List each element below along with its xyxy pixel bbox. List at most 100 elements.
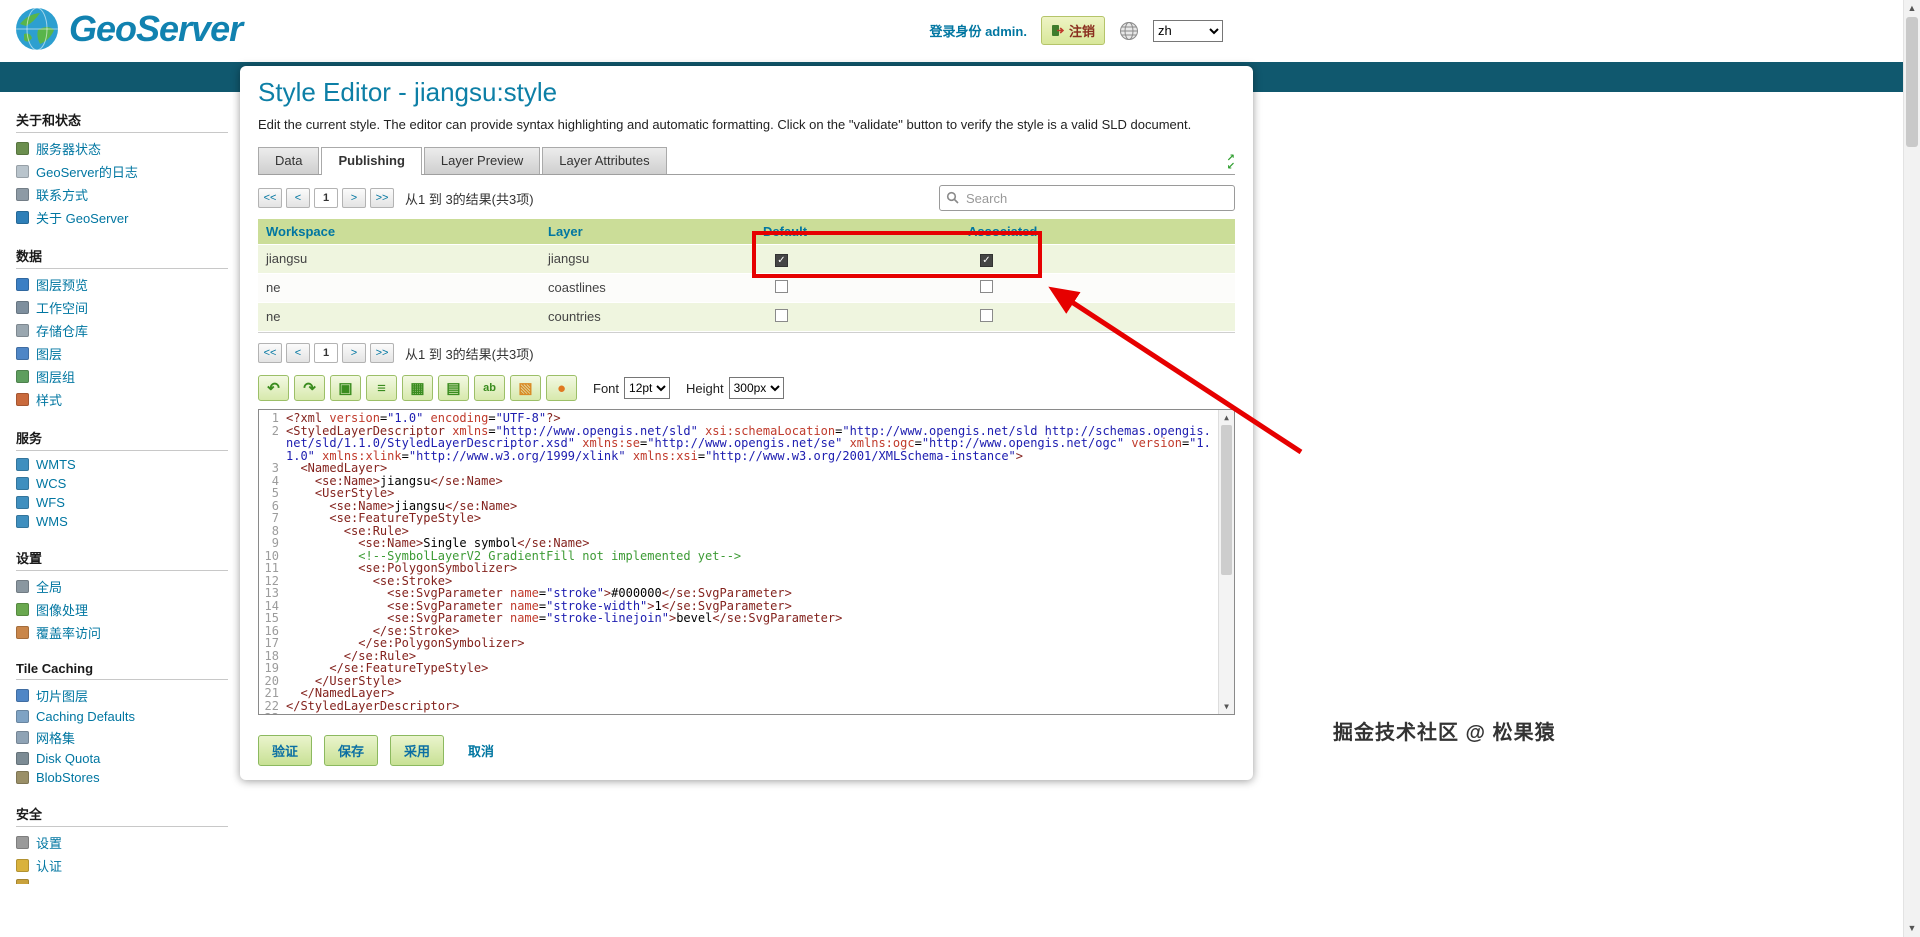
sidebar-item[interactable]: WFS xyxy=(16,493,228,512)
language-select[interactable]: zh xyxy=(1153,19,1223,42)
default-checkbox[interactable] xyxy=(775,280,788,293)
sidebar-item[interactable]: GeoServer的日志 xyxy=(16,160,228,183)
line-number: 1 xyxy=(271,412,279,425)
sidebar-item[interactable]: BlobStores xyxy=(16,768,228,787)
undo-button[interactable]: ↶ xyxy=(258,375,289,401)
redo-button[interactable]: ↷ xyxy=(294,375,325,401)
column-header-layer[interactable]: Layer xyxy=(540,219,755,244)
sidebar-section: 关于和状态 服务器状态 GeoServer的日志 联系方式 关于 GeoServer xyxy=(16,106,228,229)
sidebar-item[interactable] xyxy=(16,877,228,884)
pager-first-button[interactable]: << xyxy=(258,343,282,363)
search-input[interactable] xyxy=(939,185,1235,211)
sidebar-item[interactable]: 网格集 xyxy=(16,726,228,749)
column-header-associated[interactable]: Associated xyxy=(960,219,1235,244)
pager-first-button[interactable]: << xyxy=(258,188,282,208)
global-settings-icon xyxy=(16,580,29,593)
next-item-partial-icon xyxy=(16,879,29,884)
save-button[interactable]: 保存 xyxy=(324,735,379,766)
preview-sphere-button[interactable]: ● xyxy=(546,375,577,401)
editor-resize-control[interactable]: ↗ ↙ xyxy=(1227,154,1235,174)
sidebar-item[interactable]: 图层预览 xyxy=(16,273,228,296)
sidebar-section-title: Tile Caching xyxy=(16,657,228,680)
editor-height-select[interactable]: 300px xyxy=(728,377,784,399)
picture-button[interactable]: ▧ xyxy=(510,375,541,401)
page-scrollbar-thumb[interactable] xyxy=(1906,17,1918,147)
pager-current-page[interactable]: 1 xyxy=(314,188,338,208)
sidebar-item[interactable]: 工作空间 xyxy=(16,296,228,319)
pager: << <1 > >> 从1 到 3的结果(共3项) xyxy=(258,188,534,208)
sidebar-item[interactable]: Disk Quota xyxy=(16,749,228,768)
default-checkbox[interactable] xyxy=(775,309,788,322)
line-content: </StyledLayerDescriptor> xyxy=(286,698,460,713)
logout-button[interactable]: 注销 xyxy=(1040,16,1105,45)
pager-current-page[interactable]: 1 xyxy=(314,343,338,363)
scroll-up-icon[interactable]: ▲ xyxy=(1219,410,1234,425)
editor-scrollbar[interactable]: ▲ ▼ xyxy=(1218,410,1234,714)
column-header-default[interactable]: Default xyxy=(755,219,960,244)
format-lines-button[interactable]: ≡ xyxy=(366,375,397,401)
associated-checkbox[interactable] xyxy=(980,309,993,322)
workspaces-icon xyxy=(16,301,29,314)
sidebar-item[interactable]: WMTS xyxy=(16,455,228,474)
apply-button[interactable]: 采用 xyxy=(390,735,445,766)
pager-prev-button[interactable]: < xyxy=(286,343,310,363)
editor-scrollbar-thumb[interactable] xyxy=(1221,425,1232,575)
code-line: 5 <UserStyle> xyxy=(259,487,1217,500)
cancel-link[interactable]: 取消 xyxy=(468,741,494,760)
sidebar-item[interactable]: 认证 xyxy=(16,854,228,877)
associated-checkbox[interactable]: ✓ xyxy=(980,254,993,267)
line-content: </se:PolygonSymbolizer> xyxy=(358,636,525,650)
geoserver-logo[interactable]: GeoServer xyxy=(14,6,243,52)
sidebar-item[interactable]: 服务器状态 xyxy=(16,137,228,160)
sidebar-item[interactable]: 切片图层 xyxy=(16,684,228,707)
sidebar-item[interactable]: 覆盖率访问 xyxy=(16,621,228,644)
code-line: 3 <NamedLayer> xyxy=(259,462,1217,475)
code-content: 1 <?xml version="1.0" encoding="UTF-8"?> 2… xyxy=(259,412,1217,714)
sidebar-item[interactable]: Caching Defaults xyxy=(16,707,228,726)
table-row: jiangsu jiangsu ✓ ✓ xyxy=(258,245,1235,274)
sld-code-editor[interactable]: 1 <?xml version="1.0" encoding="UTF-8"?> 2… xyxy=(258,409,1235,715)
page-scroll-down-icon[interactable]: ▼ xyxy=(1904,920,1920,937)
scroll-down-icon[interactable]: ▼ xyxy=(1219,699,1234,714)
sidebar-item-label: 全局 xyxy=(36,580,63,595)
sidebar-item[interactable]: 联系方式 xyxy=(16,183,228,206)
tab-data[interactable]: Data xyxy=(258,147,320,174)
column-header-workspace[interactable]: Workspace xyxy=(258,219,540,244)
table-body: jiangsu jiangsu ✓ ✓ ne coastlines ne countries xyxy=(258,245,1235,332)
sidebar-item[interactable]: WCS xyxy=(16,474,228,493)
sidebar-item[interactable]: 存储仓库 xyxy=(16,319,228,342)
pager-prev-button[interactable]: < xyxy=(286,188,310,208)
sidebar-item[interactable]: 图层 xyxy=(16,342,228,365)
sidebar-item[interactable]: 关于 GeoServer xyxy=(16,206,228,229)
line-number: 11 xyxy=(264,561,279,575)
sidebar-item[interactable]: 全局 xyxy=(16,575,228,598)
pager-next-button[interactable]: > xyxy=(342,188,366,208)
page-title: Style Editor - jiangsu:style xyxy=(258,77,558,107)
height-label: Height xyxy=(686,380,724,396)
sidebar-item[interactable]: 图像处理 xyxy=(16,598,228,621)
insert-image-button[interactable]: ▣ xyxy=(330,375,361,401)
spellcheck-button[interactable]: ab xyxy=(474,375,505,401)
tab-layer-preview[interactable]: Layer Preview xyxy=(423,147,541,174)
pager-last-button[interactable]: >> xyxy=(370,188,394,208)
sidebar-item[interactable]: 样式 xyxy=(16,388,228,411)
font-size-select[interactable]: 12pt xyxy=(624,377,671,399)
watermark-text: 掘金技术社区 @ 松果猿 xyxy=(1333,722,1556,744)
sidebar-item[interactable]: WMS xyxy=(16,512,228,531)
pager-last-button[interactable]: >> xyxy=(370,343,394,363)
security-settings-icon xyxy=(16,836,29,849)
default-checkbox[interactable]: ✓ xyxy=(775,254,788,267)
page-scroll-up-icon[interactable]: ▲ xyxy=(1904,0,1920,17)
tab-publishing[interactable]: Publishing xyxy=(321,147,422,175)
sidebar-item[interactable]: 设置 xyxy=(16,831,228,854)
grid-button[interactable]: ▦ xyxy=(402,375,433,401)
tab-layer-attributes[interactable]: Layer Attributes xyxy=(542,147,667,174)
page-scrollbar[interactable]: ▲ ▼ xyxy=(1903,0,1920,937)
associated-checkbox[interactable] xyxy=(980,280,993,293)
validate-button[interactable]: 验证 xyxy=(258,735,313,766)
pager-next-button[interactable]: > xyxy=(342,343,366,363)
line-content: <se:Name>jiangsu</se:Name> xyxy=(314,473,503,488)
font-label: Font xyxy=(593,380,620,396)
sidebar-item[interactable]: 图层组 xyxy=(16,365,228,388)
archive-button[interactable]: ▤ xyxy=(438,375,469,401)
